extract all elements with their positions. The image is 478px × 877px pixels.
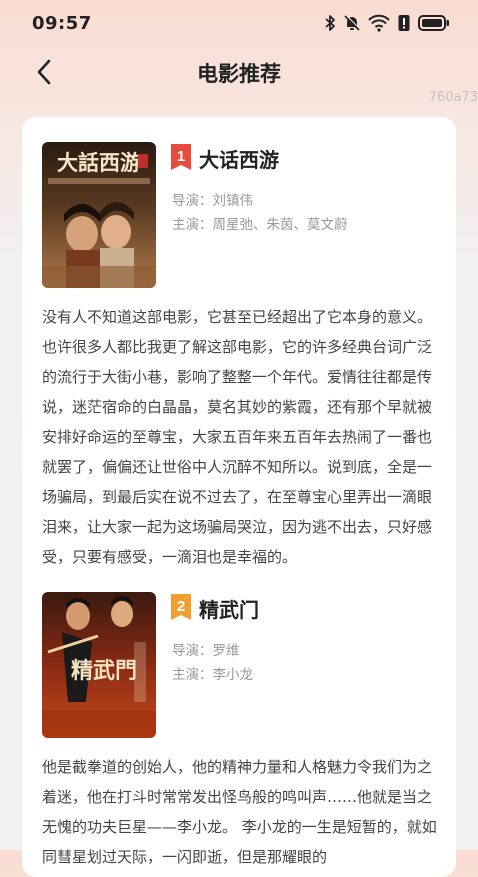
cast-value: 李小龙	[212, 667, 254, 683]
status-icons	[324, 14, 450, 32]
nav-bar: 电影推荐	[0, 50, 478, 94]
director-line: 导演：罗维	[172, 639, 240, 659]
bluetooth-icon	[324, 14, 336, 32]
cast-label: 主演：	[172, 217, 213, 233]
movie-title: 大话西游	[199, 148, 279, 172]
watermark: 760a73	[428, 90, 478, 105]
director-label: 导演：	[172, 193, 213, 209]
movie-description: 没有人不知道这部电影，它甚至已经超出了它本身的意义。也许很多人都比我更了解这部电…	[42, 308, 433, 566]
director-value: 罗维	[212, 643, 240, 659]
rank-badge: 2	[171, 594, 191, 620]
bell-off-icon	[344, 14, 360, 32]
director-line: 导演：刘镇伟	[172, 189, 253, 209]
rank-badge: 1	[171, 144, 191, 170]
movie-poster[interactable]: 大話西游	[42, 142, 156, 288]
wifi-icon	[368, 14, 390, 32]
cast-label: 主演：	[172, 667, 213, 683]
cast-line: 主演：周星弛、朱茵、莫文蔚	[172, 213, 348, 233]
director-value: 刘镇伟	[212, 193, 254, 209]
movie-title: 精武门	[199, 598, 259, 622]
movie-description: 他是截拳道的创始人，他的精神力量和人格魅力令我们为之着迷，他在打斗时常常发出怪鸟…	[42, 758, 437, 866]
page-title: 电影推荐	[197, 62, 281, 86]
status-bar: 09:57	[0, 0, 478, 50]
svg-text:2: 2	[177, 598, 185, 615]
status-time: 09:57	[32, 13, 92, 34]
cast-value: 周星弛、朱茵、莫文蔚	[212, 217, 348, 233]
svg-text:1: 1	[177, 148, 185, 165]
director-label: 导演：	[172, 643, 213, 659]
battery-icon	[418, 14, 450, 32]
poster-title-text: 大話西游	[57, 150, 141, 175]
poster-title-text: 精武門	[71, 658, 137, 684]
cast-line: 主演：李小龙	[172, 663, 253, 683]
alert-sim-icon	[398, 14, 410, 32]
movie-poster[interactable]: 精武門	[42, 592, 156, 738]
recommendation-card: 大話西游 1 大话西游 导演：刘镇伟 主演：周星弛、朱茵、莫文蔚 没有人不知道这…	[22, 117, 456, 877]
